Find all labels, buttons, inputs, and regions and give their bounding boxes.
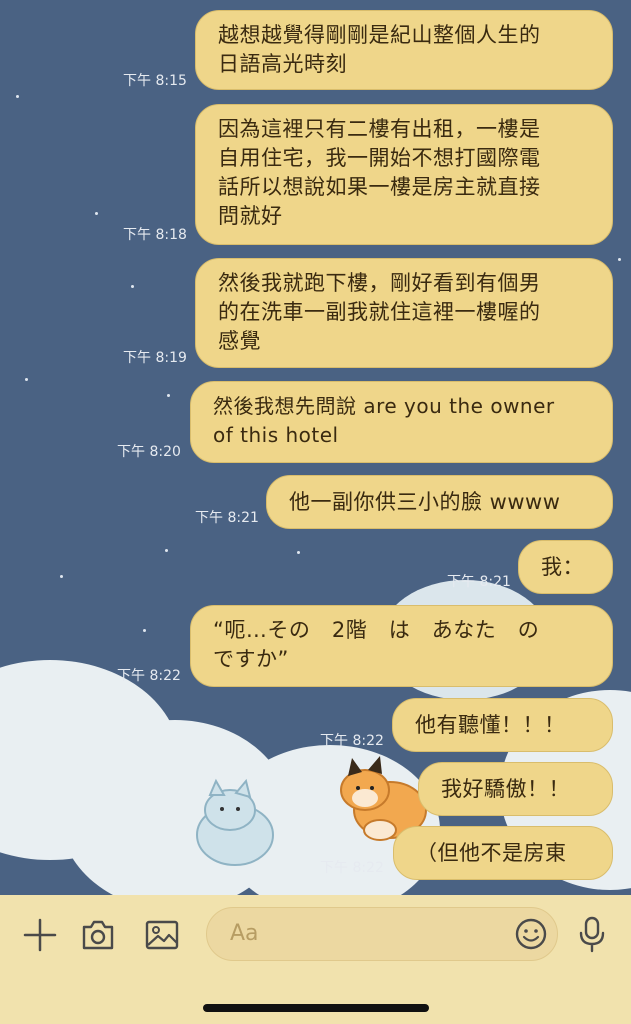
microphone-icon[interactable]	[577, 915, 607, 953]
star-decoration	[131, 285, 134, 288]
star-decoration	[165, 549, 168, 552]
message-bubble[interactable]: （但他不是房東	[393, 826, 613, 880]
message-bubble[interactable]: 越想越覺得剛剛是紀山整個人生的 日語高光時刻	[195, 10, 613, 90]
message-timestamp: 下午 8:15	[123, 73, 187, 89]
husky-dog-illustration	[196, 778, 274, 866]
star-decoration	[297, 551, 300, 554]
message-bubble[interactable]: “呃…その 2階 は あなた の ですか”	[190, 605, 613, 687]
message-bubble[interactable]: 因為這裡只有二樓有出租，一樓是 自用住宅，我一開始不想打國際電 話所以想說如果一…	[195, 104, 613, 245]
message-bubble[interactable]: 他一副你供三小的臉 wwww	[266, 475, 613, 529]
message-timestamp: 下午 8:22	[117, 668, 181, 684]
message-input[interactable]	[206, 907, 558, 961]
star-decoration	[25, 378, 28, 381]
star-decoration	[95, 212, 98, 215]
star-decoration	[167, 394, 170, 397]
message-bubble[interactable]: 然後我想先問說 are you the owner of this hotel	[190, 381, 613, 463]
message-bubble[interactable]: 我：	[518, 540, 613, 594]
emoji-icon[interactable]	[514, 917, 548, 951]
message-timestamp: 下午 8:18	[123, 227, 187, 243]
message-bubble[interactable]: 然後我就跑下樓，剛好看到有個男 的在洗車一副我就住這裡一樓喔的 感覺	[195, 258, 613, 368]
message-timestamp: 下午 8:20	[117, 444, 181, 460]
star-decoration	[60, 575, 63, 578]
star-decoration	[16, 95, 19, 98]
star-decoration	[618, 258, 621, 261]
star-decoration	[143, 629, 146, 632]
camera-icon[interactable]	[80, 917, 116, 953]
message-input-placeholder: Aa	[230, 921, 259, 946]
message-timestamp: 下午 8:22	[320, 733, 384, 749]
home-indicator	[203, 1004, 429, 1012]
message-timestamp: 下午 8:22	[320, 860, 384, 876]
plus-icon[interactable]	[22, 917, 58, 953]
message-timestamp: 下午 8:21	[195, 510, 259, 526]
image-icon[interactable]	[144, 917, 180, 953]
message-timestamp: 下午 8:19	[123, 350, 187, 366]
message-bubble[interactable]: 他有聽懂！！！	[392, 698, 613, 752]
message-bubble[interactable]: 我好驕傲！！	[418, 762, 613, 816]
message-timestamp: 下午 8:21	[447, 574, 511, 590]
